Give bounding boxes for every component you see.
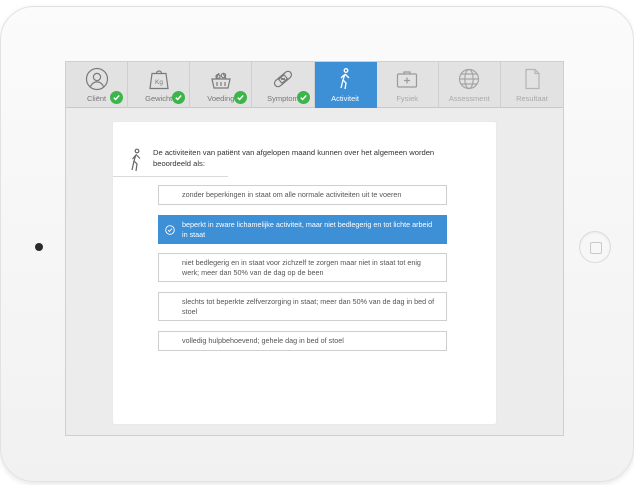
tab-activiteit[interactable]: Activiteit bbox=[314, 62, 377, 108]
tab-label: Fysiek bbox=[396, 94, 419, 103]
step-tabbar: Cliënt Kg Gewicht Voeding Symptom Activi… bbox=[66, 62, 563, 108]
document-icon bbox=[525, 68, 540, 90]
svg-text:Kg: Kg bbox=[155, 79, 163, 86]
app-screen: Cliënt Kg Gewicht Voeding Symptom Activi… bbox=[65, 61, 564, 436]
check-icon bbox=[234, 91, 248, 104]
person-icon bbox=[85, 67, 108, 91]
divider bbox=[113, 176, 228, 177]
answer-text: zonder beperkingen in staat om alle norm… bbox=[182, 190, 402, 199]
tab-fysiek[interactable]: Fysiek bbox=[377, 62, 439, 108]
ipad-frame: Cliënt Kg Gewicht Voeding Symptom Activi… bbox=[0, 6, 634, 482]
tab-label: Voeding bbox=[207, 94, 235, 103]
tab-gewicht[interactable]: Kg Gewicht bbox=[128, 62, 191, 108]
check-icon bbox=[172, 91, 186, 104]
answer-text: beperkt in zware lichamelijke activiteit… bbox=[182, 220, 433, 239]
question-text: De activiteiten van patiënt van afgelope… bbox=[153, 148, 435, 168]
tab-label: Activiteit bbox=[331, 94, 360, 103]
food-basket-icon bbox=[211, 72, 231, 89]
tab-resultaat[interactable]: Resultaat bbox=[501, 62, 563, 108]
walking-icon bbox=[340, 68, 350, 90]
tab-assessment[interactable]: Assessment bbox=[439, 62, 501, 108]
tab-label: Assessment bbox=[448, 94, 490, 103]
tab-label: Resultaat bbox=[516, 94, 548, 103]
answer-text: niet bedlegerig en in staat voor zichzel… bbox=[182, 258, 421, 277]
tab-label: Symptom bbox=[267, 94, 299, 103]
tab-label: Cliënt bbox=[86, 94, 107, 103]
tab-label: Gewicht bbox=[145, 94, 173, 103]
weight-icon: Kg bbox=[149, 70, 169, 90]
globe-icon bbox=[459, 68, 480, 90]
medical-kit-icon bbox=[397, 71, 418, 88]
question-card: De activiteiten van patiënt van afgelope… bbox=[113, 122, 496, 424]
tab-client[interactable]: Cliënt bbox=[66, 62, 129, 108]
tab-symptom[interactable]: Symptom bbox=[252, 62, 315, 108]
check-icon bbox=[296, 91, 310, 104]
answer-text: volledig hulpbehoevend; gehele dag in be… bbox=[182, 336, 344, 345]
home-button[interactable] bbox=[579, 231, 611, 263]
answer-option[interactable]: volledig hulpbehoevend; gehele dag in be… bbox=[158, 331, 447, 351]
question-header: De activiteiten van patiënt van afgelope… bbox=[127, 148, 457, 172]
walking-icon bbox=[131, 148, 141, 172]
tab-voeding[interactable]: Voeding bbox=[190, 62, 253, 108]
checkmark-circle-icon bbox=[165, 224, 175, 235]
answer-option[interactable]: slechts tot beperkte zelfverzorging in s… bbox=[158, 292, 447, 321]
answer-option[interactable]: zonder beperkingen in staat om alle norm… bbox=[158, 185, 447, 205]
answer-option-selected[interactable]: beperkt in zware lichamelijke activiteit… bbox=[158, 215, 447, 244]
answer-option[interactable]: niet bedlegerig en in staat voor zichzel… bbox=[158, 253, 447, 282]
check-icon bbox=[110, 91, 124, 104]
camera-icon bbox=[35, 243, 43, 251]
answer-text: slechts tot beperkte zelfverzorging in s… bbox=[182, 297, 435, 316]
bandage-icon bbox=[273, 70, 293, 88]
